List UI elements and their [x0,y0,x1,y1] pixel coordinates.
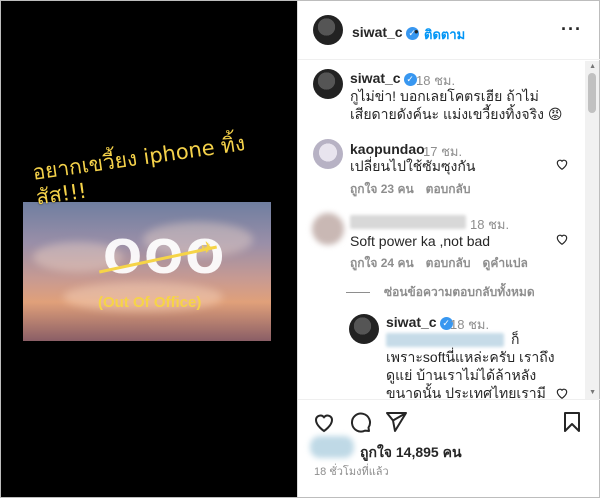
sunset-image: OOO ✈ (Out Of Office) [23,202,271,341]
blurred-mention[interactable] [386,333,504,347]
heart-icon[interactable] [555,232,569,246]
comment-username[interactable]: siwat_c [350,70,401,86]
hide-replies-label[interactable]: ซ่อนข้อความตอบกลับทั้งหมด [384,285,535,299]
comments-list: siwat_c ✓ 18 ชม. กูไม่ข่า! บอกเลยโคตรเฮีย… [298,61,600,399]
blurred-username[interactable] [350,215,466,229]
reply-button[interactable]: ตอบกลับ [426,182,471,196]
follow-button[interactable]: ติดตาม [424,24,465,45]
reply-header: siwat_c ✓ [386,313,453,331]
header-username[interactable]: siwat_c ✓ [352,24,419,40]
post-panel: siwat_c ✓ • ติดตาม ··· siwat_c ✓ 18 ชม. กู… [297,1,600,497]
comment-meta: ถูกใจ 23 คน ตอบกลับ [350,180,483,199]
translate-button[interactable]: ดูคำแปล [483,256,528,270]
likes-count[interactable]: ถูกใจ 14,895 คน [360,442,462,464]
hide-replies-button[interactable]: ซ่อนข้อความตอบกลับทั้งหมด [346,283,535,302]
comment-text: เปลี่ยนไปใช้ซัมซุงกัน [350,158,476,174]
reply-username[interactable]: siwat_c [386,314,437,330]
heart-icon[interactable] [555,386,569,399]
verified-badge-icon: ✓ [403,73,417,86]
post-header: siwat_c ✓ • ติดตาม ··· [298,1,600,60]
scroll-down-arrow-icon[interactable]: ▼ [589,389,596,396]
comment-header: siwat_c ✓ [350,69,417,87]
comment-text: Soft power ka ,not bad [350,233,491,249]
reply-line: เพราะsoftนี่แหล่ะครับ เราถึง [386,349,555,365]
reply-line: ดูแย่ บ้านเราไม่ได้ล้าหลัง [386,367,537,383]
username-text[interactable]: siwat_c [352,24,403,40]
more-options-icon[interactable]: ··· [561,19,582,40]
reply-time: 18 ชม. [450,317,490,332]
avatar[interactable] [349,314,379,344]
airplane-icon: ✈ [201,240,215,257]
liker-avatars[interactable] [310,436,354,458]
reply-line: ขนาดนั้น ประเทศไทยเรามี [386,385,546,399]
comment-likes[interactable]: ถูกใจ 23 คน [350,182,414,196]
hide-replies-line [346,292,370,294]
scrollbar-thumb[interactable] [588,73,596,113]
post-timestamp[interactable]: 18 ชั่วโมงที่แล้ว [314,462,389,480]
comment-meta: ถูกใจ 24 คน ตอบกลับ ดูคำแปล [350,254,540,273]
post-actions: ถูกใจ 14,895 คน 18 ชั่วโมงที่แล้ว [298,399,600,497]
avatar[interactable] [313,139,343,169]
comment-username-text[interactable]: kaopundao [350,141,425,157]
comment-username: kaopundao [350,140,425,158]
avatar[interactable] [313,15,343,45]
share-icon[interactable] [384,410,408,434]
comment-likes[interactable]: ถูกใจ 24 คน [350,256,414,270]
avatar[interactable] [312,213,344,245]
dot-separator: • [414,24,419,39]
reply-line: ก็ [511,331,520,347]
like-heart-icon[interactable] [312,410,336,434]
heart-icon[interactable] [555,157,569,171]
comment-line: เสียดายดังค์นะ แม่งเขวี้ยงทิ้งจริง 😡 [350,106,563,122]
bookmark-icon[interactable] [560,410,584,434]
ooo-subtitle: (Out Of Office) [98,294,202,311]
reply-button[interactable]: ตอบกลับ [426,256,471,270]
post-media[interactable]: อยากเขวี้ยง iphone ทิ้ง สัส!!! OOO ✈ (Ou… [1,1,297,497]
avatar[interactable] [313,69,343,99]
comment-line: กูไม่ข่า! บอกเลยโคตรเฮีย ถ้าไม่ [350,88,539,104]
comment-icon[interactable] [348,410,372,434]
media-caption: อยากเขวี้ยง iphone ทิ้ง สัส!!! [31,131,247,210]
scroll-up-arrow-icon[interactable]: ▲ [589,63,596,70]
